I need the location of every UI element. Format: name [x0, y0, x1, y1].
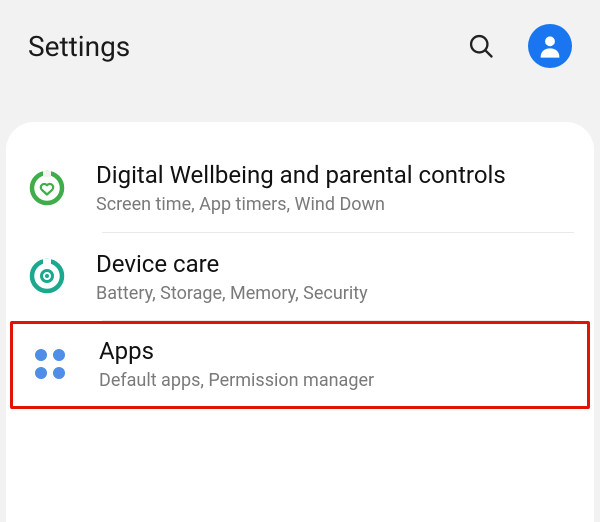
settings-item-device-care[interactable]: Device care Battery, Storage, Memory, Se… [6, 233, 594, 321]
person-icon [536, 32, 564, 60]
settings-item-apps[interactable]: Apps Default apps, Permission manager [10, 321, 590, 409]
item-text: Device care Battery, Storage, Memory, Se… [96, 249, 586, 305]
item-subtitle: Screen time, App timers, Wind Down [96, 194, 586, 216]
account-avatar[interactable] [528, 24, 572, 68]
item-text: Digital Wellbeing and parental controls … [96, 160, 586, 216]
device-care-icon [24, 253, 70, 299]
item-title: Device care [96, 249, 586, 279]
settings-panel: Digital Wellbeing and parental controls … [6, 122, 594, 522]
item-text: Apps Default apps, Permission manager [99, 336, 581, 392]
item-subtitle: Battery, Storage, Memory, Security [96, 283, 586, 305]
item-title: Digital Wellbeing and parental controls [96, 160, 586, 190]
settings-item-digital-wellbeing[interactable]: Digital Wellbeing and parental controls … [6, 144, 594, 232]
item-title: Apps [99, 336, 581, 366]
search-button[interactable] [460, 25, 502, 67]
page-title: Settings [28, 30, 444, 63]
item-subtitle: Default apps, Permission manager [99, 370, 581, 392]
search-icon [467, 32, 495, 60]
settings-header: Settings [0, 0, 600, 76]
apps-icon [27, 341, 73, 387]
wellbeing-icon [24, 165, 70, 211]
